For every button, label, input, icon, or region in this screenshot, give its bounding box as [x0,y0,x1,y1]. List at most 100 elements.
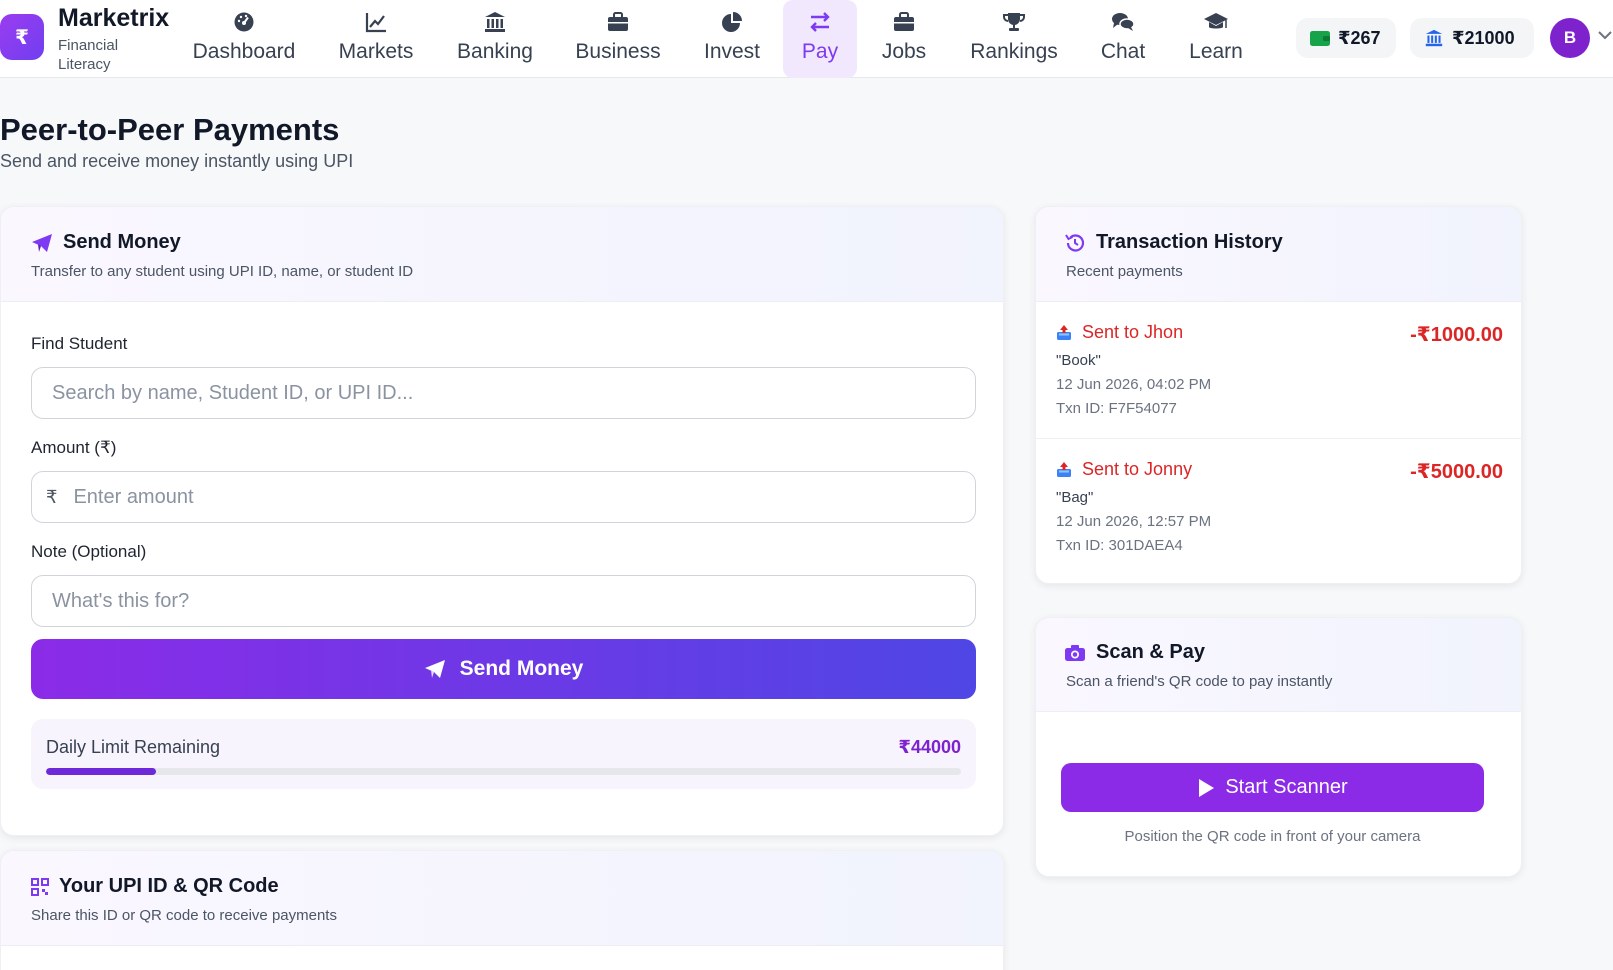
nav-item-dashboard[interactable]: Dashboard [190,0,298,78]
amount-field[interactable]: ₹ [31,471,976,523]
nav-item-rankings[interactable]: Rankings [968,0,1060,78]
scan-pay-description: Scan a friend's QR code to pay instantly [1066,673,1333,690]
daily-limit-label: Daily Limit Remaining [46,737,221,757]
start-scanner-button[interactable]: Start Scanner [1061,763,1484,812]
transaction-title: Sent to Jhon [1056,322,1183,343]
nav-item-invest[interactable]: Invest [700,0,764,78]
outbox-tray-icon [1057,325,1071,340]
nav-label: Rankings [970,40,1058,63]
nav-item-business[interactable]: Business [574,0,662,78]
nav-label: Jobs [881,40,927,63]
pie-chart-icon [721,10,743,34]
send-money-description: Transfer to any student using UPI ID, na… [31,263,414,280]
wallet-balance[interactable]: ₹267 [1296,18,1396,58]
nav-label: Pay [801,40,839,63]
scan-pay-card: Scan & Pay Scan a friend's QR code to pa… [1035,617,1522,877]
gauge-icon [233,10,255,34]
send-money-header: Send Money Transfer to any student using… [1,207,1003,302]
send-money-button-label: Send Money [459,657,584,680]
note-input[interactable] [52,589,955,613]
outbox-tray-icon [1057,462,1071,477]
rupee-prefix: ₹ [46,486,58,507]
play-icon [1199,778,1215,797]
bank-icon [484,10,506,34]
transaction-history-header: Transaction History Recent payments [1036,207,1521,302]
send-money-button[interactable]: Send Money [31,639,976,699]
nav-label: Invest [703,40,761,63]
transaction-note: "Bag" [1056,489,1094,506]
nav-label: Chat [1100,40,1146,63]
note-field[interactable] [31,575,976,627]
transaction-date: 12 Jun 2026, 12:57 PM [1056,513,1212,530]
transaction-id: Txn ID: F7F54077 [1056,400,1177,417]
upi-qr-title: Your UPI ID & QR Code [31,875,279,898]
nav-label: Dashboard [192,40,296,63]
briefcase-icon [893,10,915,34]
transaction-id: Txn ID: 301DAEA4 [1056,537,1183,554]
upi-qr-header: Your UPI ID & QR Code Share this ID or Q… [1,851,1003,946]
send-money-title-text: Send Money [63,231,181,253]
start-scanner-label: Start Scanner [1225,776,1348,798]
trophy-icon [1003,10,1025,34]
send-money-card: Send Money Transfer to any student using… [0,206,1004,836]
transaction-title: Sent to Jonny [1056,459,1192,480]
nav-label: Learn [1189,40,1243,63]
brand-logo[interactable]: ₹ [0,14,44,60]
upi-qr-card: Your UPI ID & QR Code Share this ID or Q… [0,850,1004,970]
chat-bubbles-icon [1111,10,1135,34]
transaction-title-text: Sent to Jhon [1082,322,1184,342]
graduation-cap-icon [1203,10,1229,34]
nav-item-banking[interactable]: Banking [456,0,534,78]
daily-limit-progress [46,768,961,775]
camera-icon [1065,644,1085,661]
transfer-arrows-icon [809,10,831,34]
scan-pay-title-text: Scan & Pay [1096,641,1205,663]
transaction-history-description: Recent payments [1066,263,1183,280]
amount-input[interactable] [73,485,955,509]
bank-icon [1425,29,1443,47]
paper-plane-icon [424,660,445,678]
brand-name[interactable]: Marketrix [58,4,169,33]
nav-label: Business [575,40,661,63]
chevron-down-icon[interactable] [1598,30,1612,40]
nav-item-markets[interactable]: Markets [336,0,416,78]
transaction-note: "Book" [1056,352,1101,369]
rupee-logo-symbol: ₹ [15,26,29,49]
daily-limit-value: ₹44000 [898,737,961,757]
transaction-amount: -₹5000.00 [1410,461,1503,483]
history-icon [1065,233,1085,252]
paper-plane-icon [32,233,52,252]
upi-qr-description: Share this ID or QR code to receive paym… [31,907,337,924]
top-navbar: ₹ Marketrix Financial Literacy Dashboard… [0,0,1613,78]
transaction-date: 12 Jun 2026, 04:02 PM [1056,376,1212,393]
brand-tagline: Financial Literacy [58,37,119,73]
find-student-field[interactable] [31,367,976,419]
nav-label: Banking [457,40,533,63]
nav-item-learn[interactable]: Learn [1184,0,1248,78]
scanner-hint: Position the QR code in front of your ca… [1124,828,1421,845]
transaction-item[interactable]: Sent to Jhon -₹1000.00 "Book" 12 Jun 202… [1036,302,1521,439]
search-input[interactable] [52,381,955,405]
amount-label: Amount (₹) [31,438,117,457]
daily-limit-panel: Daily Limit Remaining ₹44000 [31,719,976,789]
avatar[interactable]: B [1550,18,1590,58]
daily-limit-progress-fill [46,768,156,775]
scan-pay-header: Scan & Pay Scan a friend's QR code to pa… [1036,618,1521,712]
wallet-balance-value: ₹267 [1338,27,1381,48]
page-subtitle: Send and receive money instantly using U… [0,151,354,171]
nav-item-chat[interactable]: Chat [1096,0,1150,78]
note-label: Note (Optional) [31,542,147,561]
transaction-history-title: Transaction History [1064,231,1283,254]
bank-balance[interactable]: ₹21000 [1410,18,1534,58]
transaction-history-title-text: Transaction History [1096,231,1283,253]
nav-item-pay[interactable]: Pay [783,0,857,78]
transaction-item[interactable]: Sent to Jonny -₹5000.00 "Bag" 12 Jun 202… [1036,439,1521,576]
find-student-label: Find Student [31,334,128,353]
page-title: Peer-to-Peer Payments [0,112,340,147]
nav-item-jobs[interactable]: Jobs [876,0,932,78]
nav-label: Markets [338,40,414,63]
send-money-title: Send Money [31,231,181,254]
transaction-amount: -₹1000.00 [1410,324,1503,346]
upi-qr-title-text: Your UPI ID & QR Code [59,875,279,897]
briefcase-icon [607,10,629,34]
